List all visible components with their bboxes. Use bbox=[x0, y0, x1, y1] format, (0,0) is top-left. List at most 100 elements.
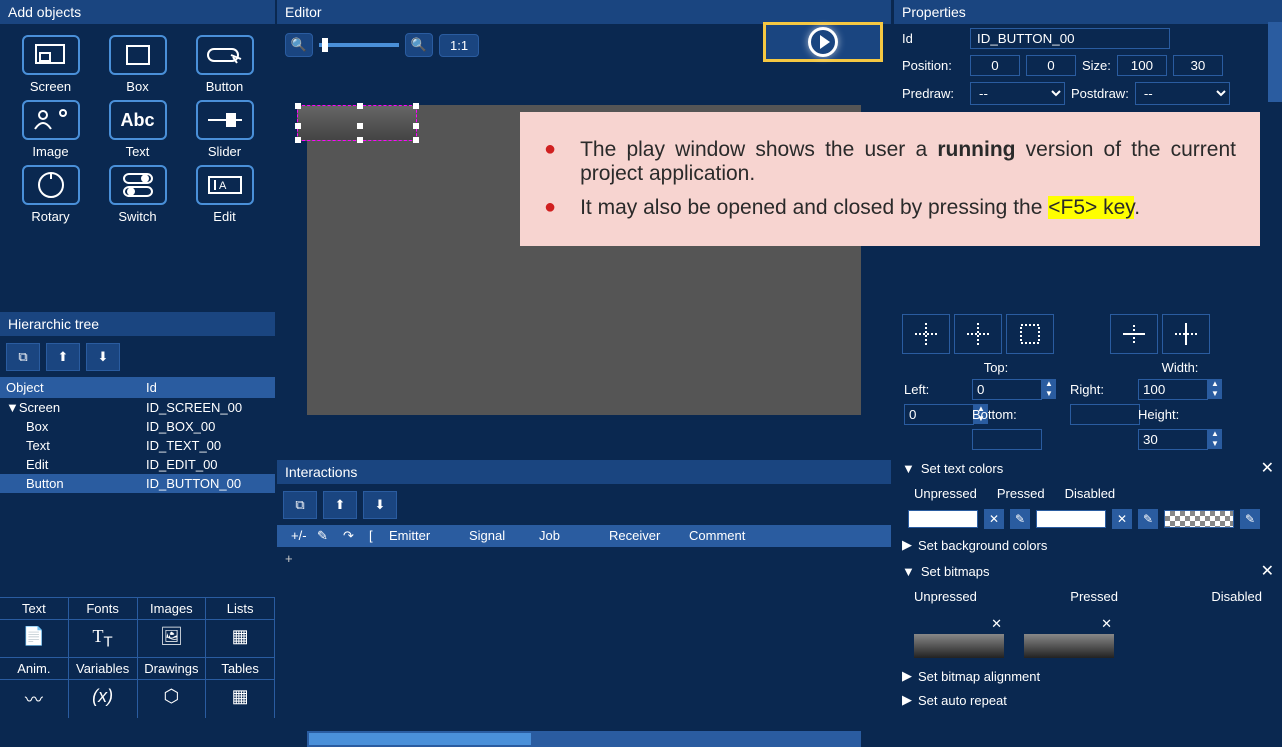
play-button[interactable] bbox=[763, 22, 883, 62]
align-btn-3[interactable] bbox=[1006, 314, 1054, 354]
interactions-body[interactable]: + bbox=[277, 547, 891, 727]
top-input[interactable] bbox=[972, 379, 1042, 400]
clear-icon[interactable]: ✕ bbox=[1112, 509, 1132, 529]
tab-fonts[interactable]: Fonts bbox=[69, 598, 138, 619]
pos-y-input[interactable] bbox=[1026, 55, 1076, 76]
width-label: Width: bbox=[1088, 360, 1272, 375]
picker-icon[interactable]: ✎ bbox=[1240, 509, 1260, 529]
int-down-button[interactable]: ⬇ bbox=[363, 491, 397, 519]
width-input[interactable] bbox=[1138, 379, 1208, 400]
close-icon[interactable]: ✕ bbox=[1261, 458, 1274, 478]
close-icon[interactable]: ✕ bbox=[1261, 561, 1274, 581]
tree-row-button[interactable]: ButtonID_BUTTON_00 bbox=[0, 474, 275, 493]
text-dock-icon[interactable]: 📄 bbox=[0, 620, 69, 657]
button-icon[interactable] bbox=[196, 35, 254, 75]
tab-lists[interactable]: Lists bbox=[206, 598, 275, 619]
images-dock-icon[interactable]: 🖼 bbox=[138, 620, 207, 657]
int-up-button[interactable]: ⬆ bbox=[323, 491, 357, 519]
tab-variables[interactable]: Variables bbox=[69, 658, 138, 679]
up-button[interactable]: ⬆ bbox=[46, 343, 80, 371]
tab-images[interactable]: Images bbox=[138, 598, 207, 619]
bm-disabled-label: Disabled bbox=[1211, 589, 1262, 604]
position-label: Position: bbox=[902, 58, 964, 73]
slider-icon[interactable] bbox=[196, 100, 254, 140]
set-text-colors-header[interactable]: ▼Set text colors✕ bbox=[894, 454, 1282, 482]
properties-scrollbar[interactable] bbox=[1268, 22, 1282, 102]
right-input[interactable] bbox=[1070, 404, 1140, 425]
size-w-input[interactable] bbox=[1117, 55, 1167, 76]
selected-object[interactable] bbox=[297, 105, 417, 141]
down-button[interactable]: ⬇ bbox=[86, 343, 120, 371]
image-icon[interactable] bbox=[22, 100, 80, 140]
switch-icon[interactable] bbox=[109, 165, 167, 205]
picker-icon[interactable]: ✎ bbox=[1010, 509, 1030, 529]
align-btn-2[interactable] bbox=[954, 314, 1002, 354]
pressed-color-swatch[interactable] bbox=[1036, 510, 1106, 528]
pos-x-input[interactable] bbox=[970, 55, 1020, 76]
interactions-scrollbar[interactable] bbox=[307, 731, 861, 747]
disabled-color-swatch[interactable] bbox=[1164, 510, 1234, 528]
set-bitmap-align-header[interactable]: ▶Set bitmap alignment bbox=[894, 664, 1282, 688]
lists-dock-icon[interactable]: ▦ bbox=[206, 620, 275, 657]
pressed-bitmap[interactable] bbox=[1024, 634, 1114, 658]
picker-icon[interactable]: ✎ bbox=[1138, 509, 1158, 529]
ratio-button[interactable]: 1:1 bbox=[439, 34, 479, 57]
tree-row-text[interactable]: TextID_TEXT_00 bbox=[0, 436, 275, 455]
remove-bitmap-icon[interactable]: ✕ bbox=[914, 614, 1004, 634]
add-interaction-button[interactable]: + bbox=[285, 551, 293, 566]
rotary-icon[interactable] bbox=[22, 165, 80, 205]
tab-text[interactable]: Text bbox=[0, 598, 69, 619]
clear-icon[interactable]: ✕ bbox=[984, 509, 1004, 529]
tab-anim[interactable]: Anim. bbox=[0, 658, 69, 679]
bottom-input[interactable] bbox=[972, 429, 1042, 450]
tab-tables[interactable]: Tables bbox=[206, 658, 275, 679]
edit-icon[interactable]: A bbox=[196, 165, 254, 205]
fonts-dock-icon[interactable]: TT bbox=[69, 620, 138, 657]
copy-button[interactable]: ⧉ bbox=[6, 343, 40, 371]
unpressed-bitmap[interactable] bbox=[914, 634, 1004, 658]
draw-dock-icon[interactable]: ⬡ bbox=[138, 680, 207, 718]
tree-row-screen[interactable]: ▼ScreenID_SCREEN_00 bbox=[0, 398, 275, 417]
tables-dock-icon[interactable]: ▦ bbox=[206, 680, 275, 718]
unpressed-color-swatch[interactable] bbox=[908, 510, 978, 528]
postdraw-label: Postdraw: bbox=[1071, 86, 1129, 101]
left-input[interactable] bbox=[904, 404, 974, 425]
interactions-header: Interactions bbox=[277, 460, 891, 485]
int-copy-button[interactable]: ⧉ bbox=[283, 491, 317, 519]
play-icon bbox=[808, 27, 838, 57]
text-icon[interactable]: Abc bbox=[109, 100, 167, 140]
set-bg-colors-header[interactable]: ▶Set background colors bbox=[894, 533, 1282, 557]
var-dock-icon[interactable]: (x) bbox=[69, 680, 138, 718]
bm-pressed-label: Pressed bbox=[1070, 589, 1118, 604]
set-bitmaps-header[interactable]: ▼Set bitmaps✕ bbox=[894, 557, 1282, 585]
size-label: Size: bbox=[1082, 58, 1111, 73]
height-input[interactable] bbox=[1138, 429, 1208, 450]
tree-row-box[interactable]: BoxID_BOX_00 bbox=[0, 417, 275, 436]
postdraw-select[interactable]: -- bbox=[1135, 82, 1230, 105]
box-icon[interactable] bbox=[109, 35, 167, 75]
tree-row-edit[interactable]: EditID_EDIT_00 bbox=[0, 455, 275, 474]
slider-label: Slider bbox=[184, 144, 265, 159]
remove-bitmap-icon[interactable]: ✕ bbox=[1024, 614, 1114, 634]
add-objects-grid: Screen Box Button Image AbcText Slider R… bbox=[0, 25, 275, 234]
properties-header: Properties bbox=[894, 0, 1282, 25]
box-label: Box bbox=[97, 79, 178, 94]
size-h-input[interactable] bbox=[1173, 55, 1223, 76]
align-btn-5[interactable] bbox=[1162, 314, 1210, 354]
zoom-slider[interactable] bbox=[319, 43, 399, 47]
tab-drawings[interactable]: Drawings bbox=[138, 658, 207, 679]
set-auto-repeat-header[interactable]: ▶Set auto repeat bbox=[894, 688, 1282, 712]
disabled-label: Disabled bbox=[1065, 486, 1116, 501]
zoom-in-button[interactable]: 🔍 bbox=[405, 33, 433, 57]
anim-dock-icon[interactable]: 〰 bbox=[0, 680, 69, 718]
add-objects-header: Add objects bbox=[0, 0, 275, 25]
align-btn-1[interactable] bbox=[902, 314, 950, 354]
id-input[interactable] bbox=[970, 28, 1170, 49]
screen-icon[interactable] bbox=[22, 35, 80, 75]
pressed-label: Pressed bbox=[997, 486, 1045, 501]
bottom-tabs: Text Fonts Images Lists 📄 TT 🖼 ▦ Anim. V… bbox=[0, 597, 275, 718]
zoom-out-button[interactable]: 🔍 bbox=[285, 33, 313, 57]
align-btn-4[interactable] bbox=[1110, 314, 1158, 354]
unpressed-label: Unpressed bbox=[914, 486, 977, 501]
predraw-select[interactable]: -- bbox=[970, 82, 1065, 105]
